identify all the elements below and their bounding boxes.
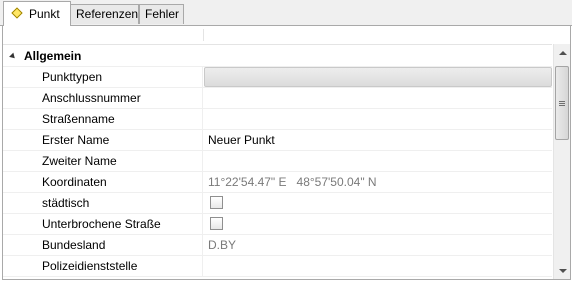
property-name: Straßenname xyxy=(3,109,203,129)
staedtisch-value xyxy=(204,193,552,213)
tab-punkt[interactable]: Punkt xyxy=(3,1,71,26)
property-name: Koordinaten xyxy=(3,172,203,192)
anschlussnummer-field[interactable] xyxy=(204,88,552,108)
property-name: Zweiter Name xyxy=(3,151,203,171)
grip-line xyxy=(559,103,565,104)
property-name: Polizeidienststelle xyxy=(3,256,203,276)
column-divider[interactable] xyxy=(203,29,204,41)
property-row-staedtisch[interactable]: städtisch xyxy=(3,193,552,214)
unterbrochene-strasse-value xyxy=(204,214,552,234)
tab-referenzen-label: Referenzen xyxy=(76,7,139,21)
property-row-erster-name[interactable]: Erster Name Neuer Punkt xyxy=(3,130,552,151)
property-row-polizeidienststelle[interactable]: Polizeidienststelle xyxy=(3,256,552,277)
category-label: Allgemein xyxy=(24,49,82,63)
scroll-up-button[interactable] xyxy=(554,44,570,61)
property-row-unterbrochene-strasse[interactable]: Unterbrochene Straße xyxy=(3,214,552,235)
property-name: städtisch xyxy=(3,193,203,213)
tab-fehler[interactable]: Fehler xyxy=(139,4,184,24)
tab-referenzen[interactable]: Referenzen xyxy=(70,4,139,24)
category-allgemein[interactable]: Allgemein xyxy=(3,46,552,67)
bundesland-value: D.BY xyxy=(208,238,237,252)
strassenname-field[interactable] xyxy=(204,109,552,129)
zweiter-name-field[interactable] xyxy=(204,151,552,171)
property-row-punkttypen[interactable]: Punkttypen xyxy=(3,67,552,88)
category-header[interactable]: Allgemein xyxy=(3,46,552,66)
erster-name-field[interactable]: Neuer Punkt xyxy=(204,130,552,150)
tab-bar: Punkt Referenzen Fehler xyxy=(0,0,572,26)
property-grid-header xyxy=(3,26,552,45)
property-row-koordinaten[interactable]: Koordinaten 11°22'54.47" E 48°57'50.04" … xyxy=(3,172,552,193)
yellow-diamond-icon xyxy=(11,7,23,19)
property-name: Punkttypen xyxy=(3,67,203,87)
arrow-down-icon xyxy=(558,268,567,273)
koordinaten-value: 11°22'54.47" E 48°57'50.04" N xyxy=(208,175,377,189)
property-name: Erster Name xyxy=(3,130,203,150)
property-list: Allgemein Punkttypen Anschlussnummer Str… xyxy=(3,46,552,277)
grip-line xyxy=(559,101,565,102)
property-name: Unterbrochene Straße xyxy=(3,214,203,234)
polizeidienststelle-field[interactable] xyxy=(204,256,552,276)
arrow-up-icon xyxy=(558,50,567,55)
property-name: Anschlussnummer xyxy=(3,88,203,108)
property-grid: Allgemein Punkttypen Anschlussnummer Str… xyxy=(2,26,571,280)
property-row-strassenname[interactable]: Straßenname xyxy=(3,109,552,130)
scroll-down-button[interactable] xyxy=(554,262,570,279)
staedtisch-checkbox[interactable] xyxy=(210,196,223,210)
property-row-zweiter-name[interactable]: Zweiter Name xyxy=(3,151,552,172)
property-row-bundesland[interactable]: Bundesland D.BY xyxy=(3,235,552,256)
vertical-scrollbar[interactable] xyxy=(553,44,570,279)
property-row-anschlussnummer[interactable]: Anschlussnummer xyxy=(3,88,552,109)
collapse-triangle-icon[interactable] xyxy=(9,52,17,61)
grip-line xyxy=(559,105,565,106)
punkttypen-dropdown[interactable] xyxy=(204,67,552,87)
tab-punkt-label: Punkt xyxy=(29,7,60,21)
scroll-thumb[interactable] xyxy=(555,66,569,140)
property-name: Bundesland xyxy=(3,235,203,255)
unterbrochene-strasse-checkbox[interactable] xyxy=(210,217,223,231)
tab-fehler-label: Fehler xyxy=(145,7,180,21)
